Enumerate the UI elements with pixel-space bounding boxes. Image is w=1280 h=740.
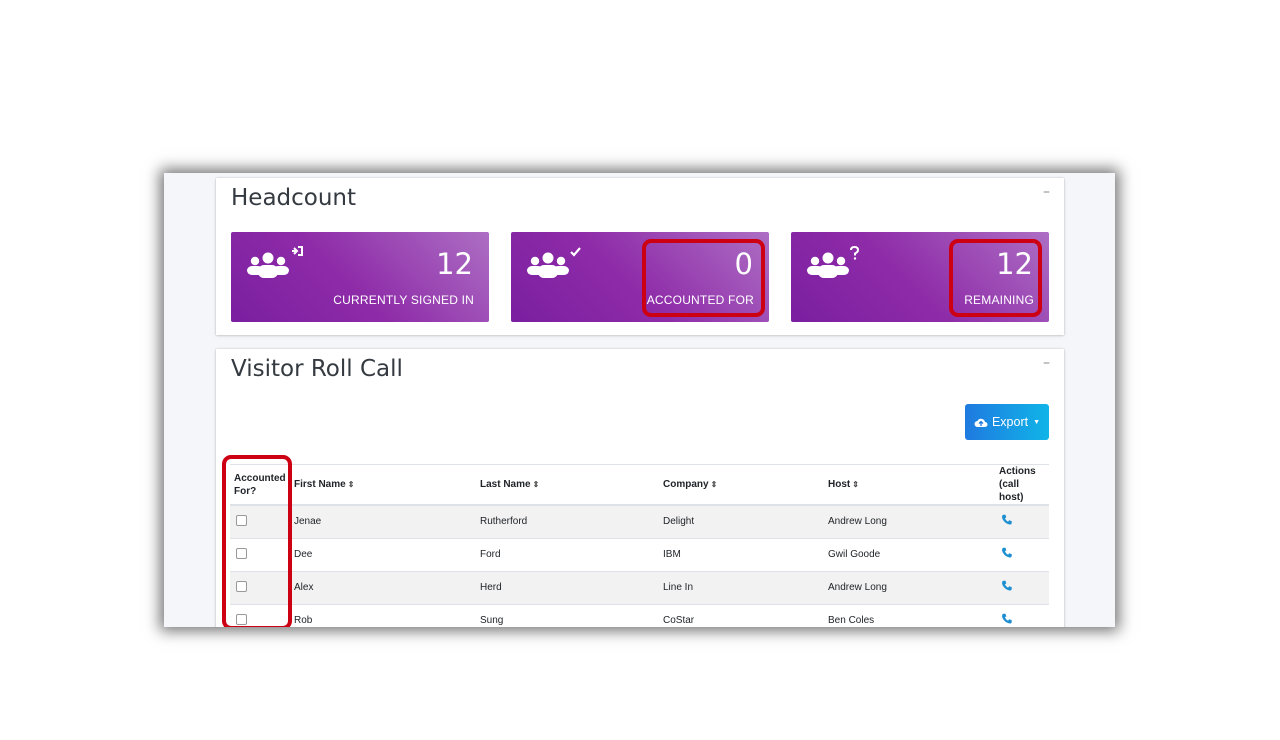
roll-call-table: Accounted For? First Name ⇕ Last Name ⇕ Co…: [230, 464, 1049, 627]
remaining-label: REMAINING: [964, 293, 1034, 307]
table-row: Dee Ford IBM Gwil Goode: [230, 537, 1049, 571]
phone-icon[interactable]: [1001, 514, 1013, 529]
accounted-header-line2: For?: [234, 485, 257, 497]
sort-icon: ⇕: [347, 480, 355, 489]
sort-icon: ⇕: [532, 480, 540, 489]
first-name-cell: Alex: [290, 570, 476, 604]
export-label: Export: [991, 415, 1029, 429]
host-cell: Ben Coles: [824, 603, 995, 627]
remaining-count: 12: [996, 247, 1033, 281]
last-name-cell: Herd: [476, 570, 659, 604]
company-cell: CoStar: [659, 603, 824, 627]
visitor-roll-call-card: Visitor Roll Call – Export ▼ Accounted F…: [216, 349, 1064, 627]
sort-icon: ⇕: [852, 480, 859, 489]
table-row: Alex Herd Line In Andrew Long: [230, 570, 1049, 604]
column-actions: Actions (call host): [995, 464, 1049, 506]
accounted-cell: [230, 537, 290, 571]
actions-cell: [995, 537, 1049, 571]
column-company[interactable]: Company ⇕: [659, 464, 824, 506]
table-row: Rob Sung CoStar Ben Coles: [230, 603, 1049, 627]
first-name-cell: Jenae: [290, 504, 476, 538]
host-cell: Gwil Goode: [824, 537, 995, 571]
accounted-checkbox[interactable]: [236, 514, 247, 526]
first-name-cell: Rob: [290, 603, 476, 627]
actions-cell: [995, 570, 1049, 604]
company-cell: Delight: [659, 504, 824, 538]
actions-header-line2: (call host): [999, 479, 1024, 503]
chevron-down-icon: ▼: [1033, 418, 1041, 426]
roll-call-title: Visitor Roll Call: [231, 356, 403, 382]
first-name-header: First Name: [294, 479, 346, 490]
phone-icon[interactable]: [1001, 547, 1013, 562]
accounted-cell: [230, 603, 290, 627]
accounted-checkbox[interactable]: [236, 547, 247, 559]
table-row: Jenae Rutherford Delight Andrew Long: [230, 504, 1049, 538]
headcount-collapse-button[interactable]: –: [1043, 184, 1050, 200]
host-cell: Andrew Long: [824, 570, 995, 604]
column-last-name[interactable]: Last Name ⇕: [476, 464, 659, 506]
column-host[interactable]: Host ⇕: [824, 464, 995, 506]
table-header-row: Accounted For? First Name ⇕ Last Name ⇕ Co…: [230, 464, 1049, 506]
sort-icon: ⇕: [710, 480, 718, 489]
users-check-icon: [525, 246, 587, 286]
users-sign-in-icon: [245, 246, 307, 286]
accounted-for-box: 0 ACCOUNTED FOR: [511, 232, 769, 322]
remaining-box: 12 REMAINING: [791, 232, 1049, 322]
phone-icon[interactable]: [1001, 613, 1013, 627]
accounted-cell: [230, 504, 290, 538]
accounted-cell: [230, 570, 290, 604]
column-accounted-for: Accounted For?: [230, 464, 290, 506]
accounted-checkbox[interactable]: [236, 613, 247, 625]
signed-in-count: 12: [436, 247, 473, 281]
last-name-cell: Rutherford: [476, 504, 659, 538]
accounted-header-line1: Accounted: [234, 472, 286, 484]
headcount-title: Headcount: [231, 185, 357, 211]
host-header: Host: [828, 479, 851, 490]
accounted-checkbox[interactable]: [236, 580, 247, 592]
first-name-cell: Dee: [290, 537, 476, 571]
accounted-for-count: 0: [734, 247, 753, 281]
column-first-name[interactable]: First Name ⇕: [290, 464, 476, 506]
export-button[interactable]: Export ▼: [965, 404, 1049, 440]
actions-header-line1: Actions: [999, 466, 1036, 477]
phone-icon[interactable]: [1001, 580, 1013, 595]
cloud-upload-icon: [974, 418, 988, 427]
last-name-header: Last Name: [480, 479, 531, 490]
accounted-for-label: ACCOUNTED FOR: [646, 293, 754, 307]
actions-cell: [995, 504, 1049, 538]
users-question-icon: [805, 245, 867, 286]
app-frame: Headcount – 12 CURRENTLY SIGNED IN 0 ACC…: [164, 173, 1115, 627]
company-cell: IBM: [659, 537, 824, 571]
signed-in-label: CURRENTLY SIGNED IN: [333, 293, 474, 307]
roll-call-collapse-button[interactable]: –: [1043, 355, 1050, 371]
headcount-card: Headcount – 12 CURRENTLY SIGNED IN 0 ACC…: [216, 178, 1064, 335]
last-name-cell: Ford: [476, 537, 659, 571]
company-header: Company: [663, 479, 709, 490]
host-cell: Andrew Long: [824, 504, 995, 538]
last-name-cell: Sung: [476, 603, 659, 627]
actions-cell: [995, 603, 1049, 627]
company-cell: Line In: [659, 570, 824, 604]
currently-signed-in-box: 12 CURRENTLY SIGNED IN: [231, 232, 489, 322]
